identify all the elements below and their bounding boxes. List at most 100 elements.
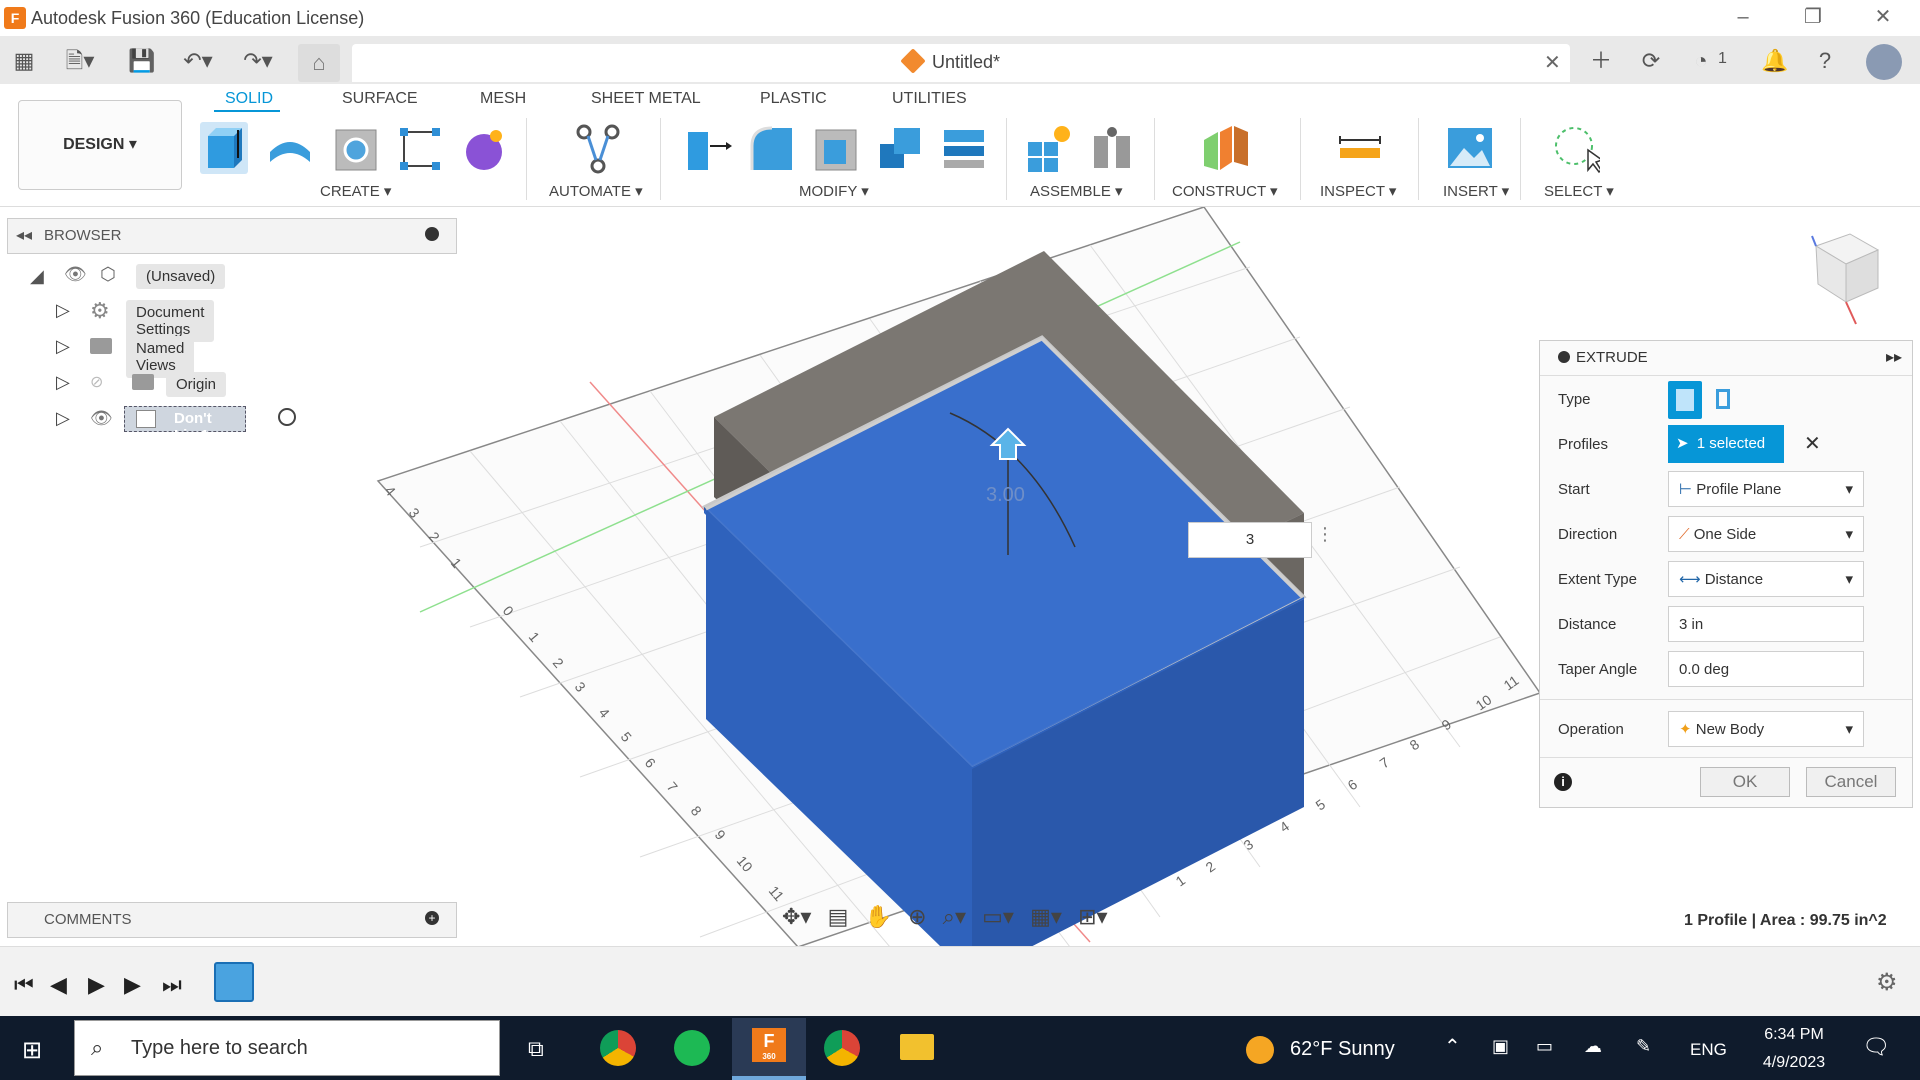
new-tab-icon[interactable]: ＋: [1586, 48, 1616, 74]
step-back-icon[interactable]: ◀: [50, 972, 67, 998]
hole-tool[interactable]: [332, 122, 380, 174]
notification-center-icon[interactable]: 🗨: [1862, 1034, 1890, 1060]
tab-mesh[interactable]: MESH: [480, 90, 526, 108]
spotify-icon[interactable]: [674, 1030, 710, 1066]
close-window-button[interactable]: ✕: [1860, 2, 1906, 32]
weather-text[interactable]: 62°F Sunny: [1290, 1038, 1395, 1061]
restore-button[interactable]: ❐: [1790, 2, 1836, 32]
press-pull-tool[interactable]: [684, 122, 732, 174]
sync-icon[interactable]: ⟳: [1636, 48, 1666, 74]
fillet-tool[interactable]: [748, 122, 796, 174]
chrome-profile-icon[interactable]: [824, 1030, 860, 1066]
group-construct[interactable]: CONSTRUCT ▾: [1172, 182, 1278, 200]
look-at-icon[interactable]: ▤: [828, 904, 849, 929]
go-to-start-icon[interactable]: ⏮: [14, 972, 34, 998]
group-inspect[interactable]: INSPECT ▾: [1320, 182, 1396, 200]
language-indicator[interactable]: ENG: [1690, 1040, 1727, 1060]
clock-date[interactable]: 4/9/2023: [1750, 1054, 1838, 1072]
tree-collapsed-icon[interactable]: ▷: [56, 372, 70, 393]
insert-image-tool[interactable]: [1446, 122, 1494, 174]
eye-icon[interactable]: 👁: [90, 408, 113, 429]
group-insert[interactable]: INSERT ▾: [1443, 182, 1509, 200]
app-grid-icon[interactable]: ▦: [10, 48, 38, 74]
minimize-button[interactable]: –: [1720, 2, 1766, 32]
taskbar-search[interactable]: ⌕ Type here to search: [74, 1020, 500, 1076]
timeline-settings-icon[interactable]: ⚙: [1876, 968, 1898, 997]
pen-icon[interactable]: ✎: [1636, 1036, 1651, 1057]
measure-tool[interactable]: [1336, 122, 1384, 174]
clock-time[interactable]: 6:34 PM: [1754, 1026, 1834, 1044]
new-component-tool[interactable]: [1024, 122, 1072, 174]
timeline-feature-sketch[interactable]: [214, 962, 254, 1002]
joint-tool[interactable]: [1088, 122, 1136, 174]
eye-icon[interactable]: 👁: [64, 264, 87, 285]
document-tab[interactable]: Untitled* ✕: [352, 44, 1570, 82]
display-settings-icon[interactable]: ▭▾: [982, 904, 1014, 929]
ok-button[interactable]: OK: [1700, 767, 1790, 797]
activate-radio-icon[interactable]: [278, 408, 296, 426]
info-icon[interactable]: i: [1554, 773, 1572, 791]
distance-input[interactable]: 3 in: [1668, 606, 1864, 642]
select-tool[interactable]: [1552, 122, 1604, 174]
shell-tool[interactable]: [812, 122, 860, 174]
plane-tool[interactable]: [1202, 122, 1250, 174]
eye-hidden-icon[interactable]: ⊘: [90, 372, 103, 392]
expand-dialog-icon[interactable]: ▸▸: [1886, 347, 1902, 367]
start-select[interactable]: ⊢ Profile Plane: [1668, 471, 1864, 508]
tree-expanded-icon[interactable]: ◢: [30, 266, 44, 287]
tab-utilities[interactable]: UTILITIES: [892, 90, 967, 108]
notifications-icon[interactable]: 🔔: [1760, 48, 1790, 74]
group-automate[interactable]: AUTOMATE ▾: [549, 182, 643, 200]
meet-icon[interactable]: ▣: [1492, 1036, 1509, 1057]
automate-tool[interactable]: [574, 122, 622, 174]
view-cube[interactable]: [1808, 228, 1888, 328]
tray-chevron-icon[interactable]: ⌃: [1444, 1034, 1461, 1059]
tree-collapsed-icon[interactable]: ▷: [56, 300, 70, 321]
offset-face-tool[interactable]: [940, 122, 988, 174]
network-icon[interactable]: ☁: [1584, 1036, 1602, 1057]
sketch-tool[interactable]: [396, 122, 444, 174]
task-view-icon[interactable]: ⧉: [528, 1036, 544, 1062]
file-menu-icon[interactable]: 🗎▾: [60, 48, 100, 74]
group-select[interactable]: SELECT ▾: [1544, 182, 1614, 200]
tab-sheet-metal[interactable]: SHEET METAL: [591, 90, 701, 108]
go-to-end-icon[interactable]: ⏭: [162, 972, 182, 998]
redo-icon[interactable]: ↷▾: [236, 48, 280, 74]
dialog-minimize-icon[interactable]: [1558, 351, 1570, 363]
tab-surface[interactable]: SURFACE: [342, 90, 418, 108]
viewports-icon[interactable]: ⊞▾: [1078, 904, 1107, 929]
orbit-icon[interactable]: ✥▾: [782, 904, 811, 929]
battery-icon[interactable]: ▭: [1536, 1036, 1553, 1057]
group-create[interactable]: CREATE ▾: [320, 182, 391, 200]
profiles-selector[interactable]: ➤ 1 selected: [1668, 425, 1784, 463]
extrude-tool[interactable]: [200, 122, 248, 174]
more-options-icon[interactable]: ⋮: [1316, 524, 1334, 545]
windows-start-icon[interactable]: ⊞: [22, 1036, 42, 1065]
tab-solid[interactable]: SOLID: [225, 90, 273, 108]
fit-icon[interactable]: ⌕▾: [943, 904, 966, 929]
play-icon[interactable]: ▶: [88, 972, 105, 998]
group-assemble[interactable]: ASSEMBLE ▾: [1030, 182, 1123, 200]
collapse-panel-icon[interactable]: ◂◂: [16, 225, 32, 245]
cancel-button[interactable]: Cancel: [1806, 767, 1896, 797]
combine-tool[interactable]: [876, 122, 924, 174]
type-solid-button[interactable]: [1668, 381, 1702, 419]
add-comment-icon[interactable]: +: [425, 911, 439, 925]
workspace-design-button[interactable]: DESIGN ▾: [18, 100, 182, 190]
tab-plastic[interactable]: PLASTIC: [760, 90, 827, 108]
taskbar-fusion-active[interactable]: F 360: [732, 1018, 806, 1080]
avatar[interactable]: [1866, 44, 1902, 80]
type-thin-button[interactable]: [1712, 385, 1740, 415]
zoom-icon[interactable]: ⊕: [908, 904, 926, 929]
grid-settings-icon[interactable]: ▦▾: [1030, 904, 1062, 929]
chrome-icon[interactable]: [600, 1030, 636, 1066]
taper-angle-input[interactable]: 0.0 deg: [1668, 651, 1864, 687]
direction-select[interactable]: ⟋ One Side: [1668, 516, 1864, 553]
step-forward-icon[interactable]: ▶: [124, 972, 141, 998]
group-modify[interactable]: MODIFY ▾: [799, 182, 869, 200]
clear-selection-icon[interactable]: ✕: [1804, 431, 1821, 456]
tree-collapsed-icon[interactable]: ▷: [56, 336, 70, 357]
extent-type-select[interactable]: ⟷ Distance: [1668, 561, 1864, 598]
job-status-icon[interactable]: ◔: [1686, 48, 1716, 74]
home-icon[interactable]: ⌂: [298, 44, 340, 82]
